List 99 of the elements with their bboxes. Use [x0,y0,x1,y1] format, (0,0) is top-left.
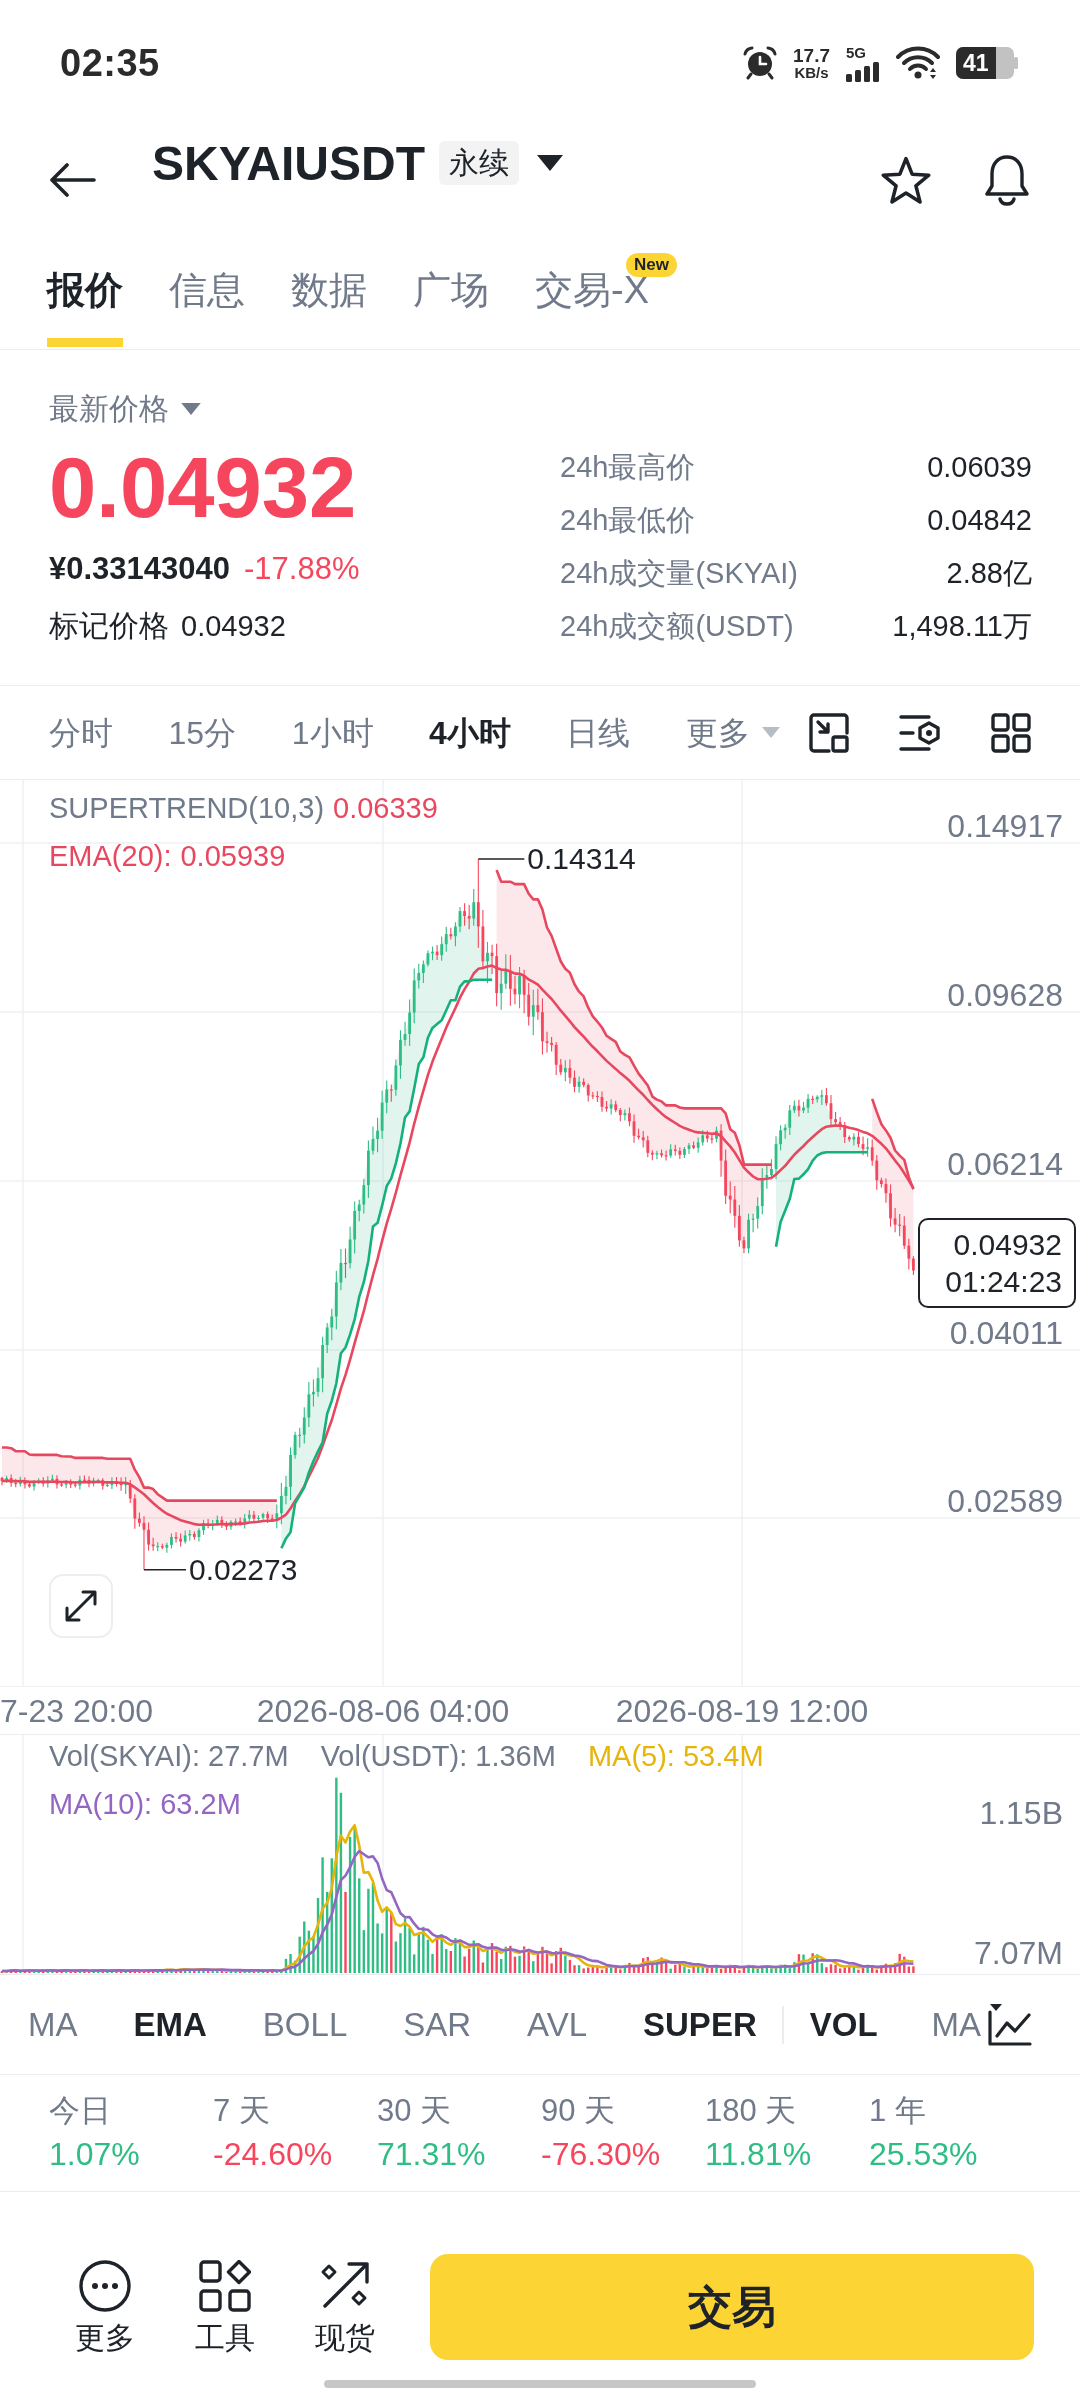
expand-button[interactable] [49,1574,113,1638]
symbol-title[interactable]: SKYAIUSDT [152,135,425,191]
time-axis-label: 2026-08-19 12:00 [615,1693,869,1729]
stat-label: 24h成交量(SKYAI) [560,555,798,591]
period-label: 今日 [49,2092,111,2129]
stat-label: 24h最低价 [560,502,696,538]
battery-level-text: 41 [963,50,989,76]
time-axis-label: 2026-08-06 04:00 [256,1693,510,1729]
indicator-tab[interactable]: SAR [403,2004,472,2045]
price-change-percent: -17.88% [244,551,360,587]
period-return: 1.07% [49,2136,140,2173]
period-return: -24.60% [213,2136,333,2173]
indicator-value: 0.05939 [180,839,286,874]
stat-value: 1,498.11万 [892,608,1032,644]
spot-button[interactable]: 现货 [300,2260,390,2356]
network-type: 5G [846,44,866,60]
stat-label: 24h成交额(USDT) [560,608,794,644]
shapes-icon [199,2260,251,2312]
mark-price-value: 0.04932 [181,609,286,643]
grid-icon[interactable] [991,712,1031,753]
low-price-label: 0.02273 [189,1553,298,1587]
price-axis-label: 0.09628 [947,977,1063,1013]
low-marker-line [143,1569,187,1571]
period-return: 25.53% [869,2136,978,2173]
indicator-tab[interactable]: AVL [527,2004,588,2045]
indicator-label: SUPERTREND(10,3) [49,791,325,826]
back-arrow-icon[interactable] [50,163,96,197]
volume-axis-label: 7.07M [974,1935,1063,1971]
trade-button[interactable]: 交易 [430,2254,1034,2360]
wifi-icon [896,46,940,80]
period-label: 30 天 [377,2092,452,2129]
caret-icon[interactable] [536,155,563,171]
indicator-tab[interactable]: MA [931,2004,982,2045]
interval-tab[interactable]: 分时 [49,712,113,753]
price-type-selector[interactable]: 最新价格 [49,389,201,429]
period-return: 71.31% [377,2136,486,2173]
price-axis-label: 0.04011 [949,1315,1063,1351]
network-speed: 17.7 [793,46,830,65]
period-label: 7 天 [213,2092,270,2129]
last-price: 0.04932 [49,439,357,537]
indicator-tab[interactable]: SUPER [643,2004,757,2045]
list-hexagon-icon[interactable] [899,712,941,753]
expand-icon [64,1589,98,1623]
new-badge: New [626,253,677,277]
volume-legend-item: Vol(SKYAI): 27.7M [49,1739,289,1774]
stat-label: 24h最高价 [560,449,696,485]
volume-legend-item: MA(5): 53.4M [587,1739,764,1774]
caret-icon [762,727,780,738]
frame-arrow-icon[interactable] [809,712,849,753]
contract-type-tag: 永续 [438,141,519,185]
price-axis-label: 0.14917 [947,808,1063,844]
interval-tab[interactable]: 4小时 [429,712,511,753]
tools-button[interactable]: 工具 [180,2260,270,2356]
ellipsis-circle-icon [79,2260,131,2312]
indicator-value: 0.06339 [333,791,438,826]
tab[interactable]: 广场 [413,250,489,347]
tab[interactable]: 数据 [291,250,367,347]
indicator-label: EMA(20): [49,839,172,874]
tab[interactable]: 报价 [47,250,123,347]
more-intervals-menu[interactable]: 更多 [686,712,780,753]
stat-value: 0.06039 [927,451,1032,484]
bell-icon[interactable] [984,154,1030,206]
interval-tab[interactable]: 1小时 [291,712,374,753]
period-label: 180 天 [705,2092,797,2129]
price-axis-label: 0.06214 [947,1146,1063,1182]
period-label: 1 年 [869,2092,926,2129]
status-time: 02:35 [60,41,160,85]
indicator-tab[interactable]: VOL [809,2004,878,2045]
high-price-label: 0.14314 [527,842,636,876]
volume-legend-item: MA(10): 63.2M [49,1787,241,1822]
tab[interactable]: 交易-X New [535,250,677,347]
tab[interactable]: 信息 [169,250,245,347]
battery-icon [956,47,1018,79]
caret-icon [181,403,201,415]
indicator-tab[interactable]: EMA [133,2004,207,2045]
mark-price-label: 标记价格 [49,607,169,644]
line-chart-icon[interactable] [988,2003,1032,2046]
interval-tab[interactable]: 日线 [566,712,631,753]
indicator-tab[interactable]: MA [28,2004,78,2045]
volume-legend-item: Vol(USDT): 1.36M [320,1739,556,1774]
high-marker-line [477,858,526,860]
price-axis-label: 0.02589 [947,1483,1063,1519]
cny-price: ¥0.33143040 [49,551,231,587]
period-return: 11.81% [705,2136,812,2173]
interval-tab[interactable]: 15分 [168,712,237,753]
period-return: -76.30% [541,2136,661,2173]
stat-value: 2.88亿 [946,555,1032,591]
candle-countdown: 01:24:23 [945,1264,1062,1300]
volume-axis-label: 1.15B [979,1795,1063,1831]
star-icon[interactable] [880,155,932,205]
last-price-tag-price: 0.04932 [953,1227,1062,1263]
more-button[interactable]: 更多 [60,2260,150,2356]
signal-icon [846,61,880,82]
indicator-tab[interactable]: BOLL [262,2004,348,2045]
alarm-clock-icon [743,46,777,80]
time-axis-label: 7-23 20:00 [0,1693,153,1729]
period-label: 90 天 [541,2092,616,2129]
network-speed-unit: KB/s [794,65,829,80]
stat-value: 0.04842 [927,504,1032,537]
